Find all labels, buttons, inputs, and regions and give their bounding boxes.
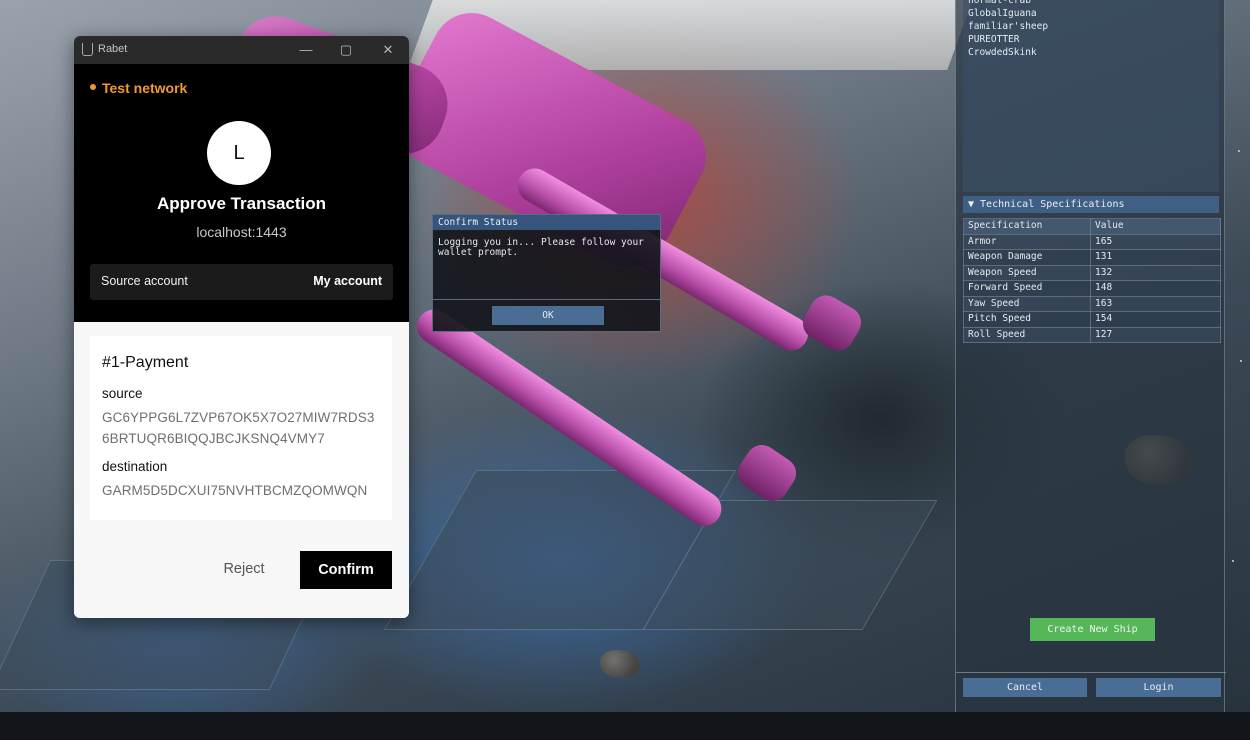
spec-value: 154 <box>1090 311 1221 328</box>
spec-name: Yaw Speed <box>963 295 1091 312</box>
confirm-status-dialog: Confirm Status Logging you in... Please … <box>432 214 661 332</box>
table-row: Weapon Speed 132 <box>963 264 1221 281</box>
list-item[interactable]: PUREOTTER <box>968 33 1214 46</box>
destination-label: destination <box>102 459 168 474</box>
divider <box>433 299 660 300</box>
rabet-wallet-window: Rabet — ▢ ✕ Test network L Approve Trans… <box>74 36 409 618</box>
source-account-row: Source account My account <box>90 264 393 300</box>
operation-title: #1-Payment <box>102 354 189 371</box>
star <box>1238 150 1240 152</box>
table-row: Pitch Speed 154 <box>963 311 1221 328</box>
spec-value: 148 <box>1090 280 1221 297</box>
operation-card[interactable]: #1-Payment source GC6YPPG6L7ZVP67OK5X7O2… <box>90 336 392 520</box>
divider <box>956 672 1226 673</box>
spec-value: 163 <box>1090 295 1221 312</box>
network-label: Test network <box>102 80 188 96</box>
page-title: Approve Transaction <box>156 194 327 213</box>
reject-button[interactable]: Reject <box>214 551 274 587</box>
star <box>1240 360 1242 362</box>
transaction-header: Test network L Approve Transaction local… <box>74 64 409 322</box>
tech-specs-header[interactable]: ▼ Technical Specifications <box>963 196 1219 213</box>
close-icon[interactable]: ✕ <box>378 41 398 59</box>
list-item[interactable]: CrowdedSkink <box>968 46 1214 59</box>
column-header: Specification <box>963 218 1091 235</box>
ship-list[interactable]: normal-crab GlobalIguana familiar'sheep … <box>963 0 1219 192</box>
asteroid <box>600 650 640 678</box>
table-row: Roll Speed 127 <box>963 326 1221 343</box>
table-row: Weapon Damage 131 <box>963 249 1221 266</box>
network-badge: Test network <box>90 80 187 96</box>
source-label: source <box>102 386 143 401</box>
bottom-bar <box>0 712 1250 740</box>
table-row: Armor 165 <box>963 233 1221 250</box>
table-row: Yaw Speed 163 <box>963 295 1221 312</box>
login-button[interactable]: Login <box>1096 678 1221 697</box>
spec-name: Roll Speed <box>963 326 1091 343</box>
tech-specs-table: Specification Value Armor 165 Weapon Dam… <box>963 218 1221 343</box>
list-item[interactable]: familiar'sheep <box>968 20 1214 33</box>
spec-name: Forward Speed <box>963 280 1091 297</box>
spec-name: Weapon Damage <box>963 249 1091 266</box>
window-titlebar[interactable]: Rabet — ▢ ✕ <box>74 36 409 64</box>
source-account-label: Source account <box>101 274 188 288</box>
minimize-icon[interactable]: — <box>296 41 316 59</box>
star <box>1232 560 1234 562</box>
spec-value: 132 <box>1090 264 1221 281</box>
source-account-value: My account <box>313 274 382 288</box>
list-item[interactable]: GlobalIguana <box>968 7 1214 20</box>
dialog-title: Confirm Status <box>433 215 660 230</box>
list-item[interactable]: normal-crab <box>968 0 1214 7</box>
app-name: Rabet <box>98 43 128 55</box>
spec-value: 165 <box>1090 233 1221 250</box>
ship-barrel-tip <box>731 438 803 508</box>
host-origin: localhost:1443 <box>196 224 287 240</box>
cancel-button[interactable]: Cancel <box>963 678 1087 697</box>
avatar: L <box>207 121 271 185</box>
create-new-ship-button[interactable]: Create New Ship <box>1030 618 1155 641</box>
spec-name: Weapon Speed <box>963 264 1091 281</box>
column-header: Value <box>1090 218 1221 235</box>
spec-name: Armor <box>963 233 1091 250</box>
spec-name: Pitch Speed <box>963 311 1091 328</box>
ok-button[interactable]: OK <box>492 306 604 325</box>
maximize-icon[interactable]: ▢ <box>336 41 356 59</box>
table-row: Forward Speed 148 <box>963 280 1221 297</box>
rabet-logo-icon <box>82 43 93 56</box>
destination-address: GARM5D5DCXUI75NVHTBCMZQOMWQN <box>102 483 368 498</box>
status-dot-icon <box>90 84 96 91</box>
spec-value: 127 <box>1090 326 1221 343</box>
operations-area: #1-Payment source GC6YPPG6L7ZVP67OK5X7O2… <box>74 322 409 618</box>
source-address: GC6YPPG6L7ZVP67OK5X7O27MIW7RDS36BRTUQR6B… <box>102 410 375 446</box>
ship-barrel-tip <box>797 289 867 357</box>
dialog-message: Logging you in... Please follow your wal… <box>438 237 644 258</box>
ship-select-panel: normal-crab GlobalIguana familiar'sheep … <box>955 0 1226 712</box>
spec-value: 131 <box>1090 249 1221 266</box>
confirm-button[interactable]: Confirm <box>300 551 392 589</box>
